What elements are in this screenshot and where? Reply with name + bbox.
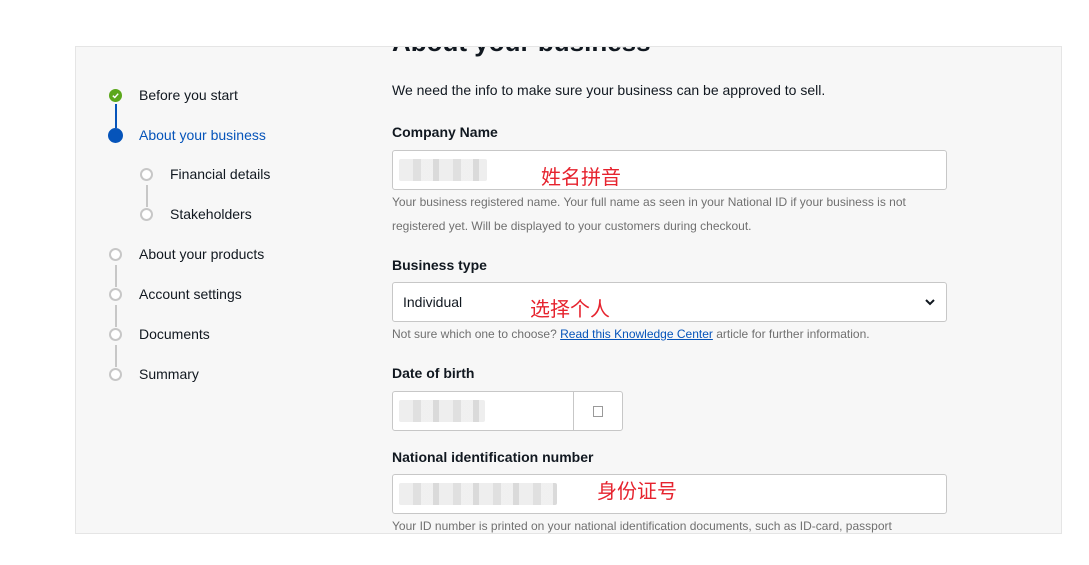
- company-name-input[interactable]: 姓名拼音: [392, 150, 947, 190]
- step-connector: [146, 185, 148, 207]
- redacted-value: [399, 159, 487, 181]
- step-label: Account settings: [139, 286, 242, 302]
- step-connector: [115, 305, 117, 327]
- step-connector: [115, 345, 117, 367]
- annotation-text: 选择个人: [530, 299, 610, 321]
- step-label: Documents: [139, 326, 210, 342]
- step-account-settings[interactable]: Account settings: [109, 286, 242, 302]
- business-type-help: Not sure which one to choose? Read this …: [392, 322, 947, 346]
- annotation-text: 身份证号: [597, 481, 677, 503]
- help-suffix: article for further information.: [716, 327, 870, 341]
- annotation-text: 姓名拼音: [541, 167, 621, 189]
- step-label: About your products: [139, 246, 265, 262]
- onboarding-panel: About your business Before you start Abo…: [75, 46, 1062, 534]
- business-type-select[interactable]: Individual 选择个人: [392, 282, 947, 322]
- step-financial-details[interactable]: Financial details: [140, 166, 270, 182]
- active-step-dot-icon: [108, 127, 123, 143]
- step-connector: [115, 104, 117, 128]
- step-connector: [115, 265, 117, 287]
- step-before-you-start[interactable]: Before you start: [109, 87, 238, 103]
- date-of-birth-label: Date of birth: [392, 365, 475, 381]
- redacted-value: [399, 483, 557, 505]
- date-of-birth-input[interactable]: [392, 391, 574, 431]
- knowledge-center-link[interactable]: Read this Knowledge Center: [560, 327, 713, 341]
- step-about-your-products[interactable]: About your products: [109, 246, 264, 262]
- calendar-button[interactable]: [573, 391, 623, 431]
- company-name-label: Company Name: [392, 124, 498, 140]
- national-id-input[interactable]: 身份证号: [392, 474, 947, 514]
- step-dot-icon: [140, 167, 153, 181]
- national-id-help: Your ID number is printed on your nation…: [392, 519, 892, 533]
- page-title: About your business: [392, 47, 651, 58]
- step-about-your-business[interactable]: About your business: [108, 127, 266, 143]
- step-documents[interactable]: Documents: [109, 326, 210, 342]
- step-dot-icon: [109, 247, 122, 261]
- help-prefix: Not sure which one to choose?: [392, 327, 557, 341]
- step-dot-icon: [109, 367, 122, 381]
- step-dot-icon: [109, 327, 122, 341]
- step-dot-icon: [140, 207, 153, 221]
- step-summary[interactable]: Summary: [109, 366, 199, 382]
- step-label: About your business: [139, 127, 266, 143]
- chevron-down-icon: [925, 299, 935, 306]
- step-label: Summary: [139, 366, 199, 382]
- intro-text: We need the info to make sure your busin…: [392, 82, 826, 98]
- step-label: Before you start: [139, 87, 238, 103]
- step-stakeholders[interactable]: Stakeholders: [140, 206, 252, 222]
- step-dot-icon: [109, 287, 122, 301]
- step-label: Financial details: [170, 166, 271, 182]
- business-type-value: Individual: [403, 294, 463, 310]
- redacted-value: [399, 400, 485, 422]
- business-type-label: Business type: [392, 257, 487, 273]
- check-icon: [109, 88, 122, 102]
- national-id-label: National identification number: [392, 449, 594, 465]
- company-name-help: Your business registered name. Your full…: [392, 195, 906, 233]
- calendar-icon: [593, 405, 603, 417]
- step-label: Stakeholders: [170, 206, 252, 222]
